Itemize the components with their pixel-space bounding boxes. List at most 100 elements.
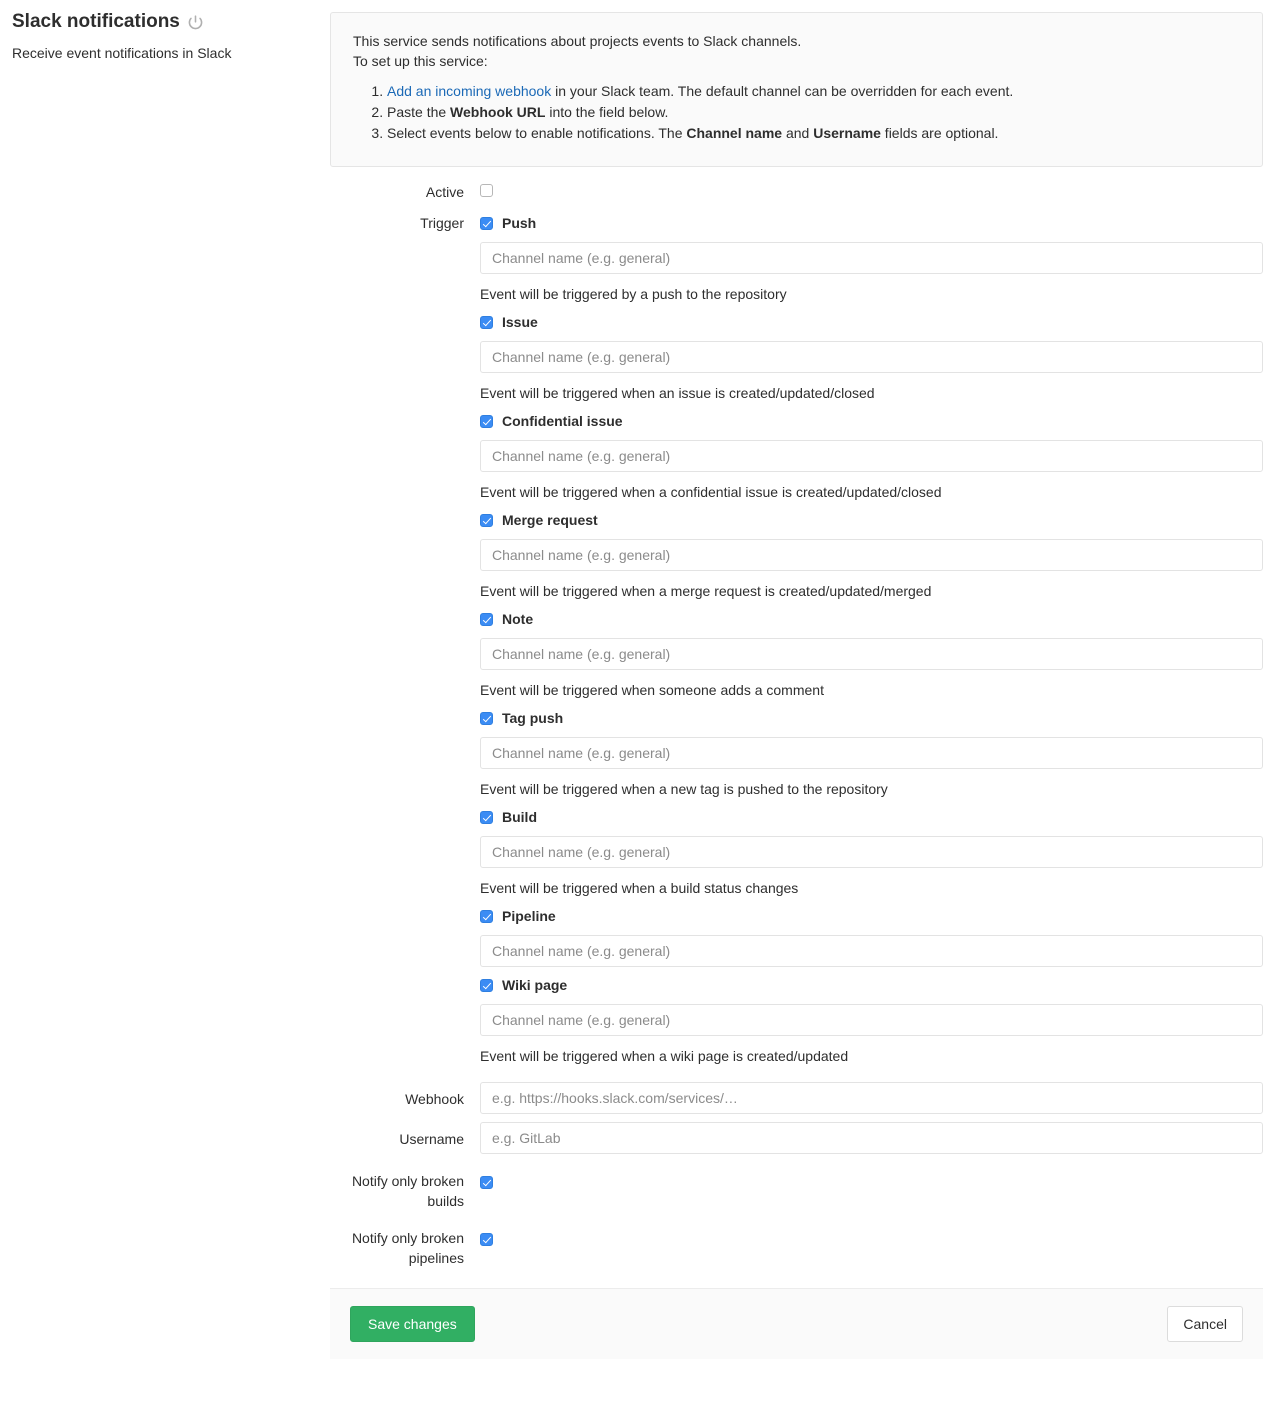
trigger-item-header: Wiki page <box>480 975 1263 995</box>
notify-broken-builds-row: Notify only broken builds <box>330 1154 1263 1211</box>
service-form-column: This service sends notifications about p… <box>330 12 1263 1359</box>
trigger-item-header: Tag push <box>480 708 1263 728</box>
trigger-item: Confidential issue Event will be triggere… <box>480 411 1263 502</box>
webhook-url-emphasis: Webhook URL <box>450 104 546 120</box>
trigger-channel-wrap <box>480 638 1263 670</box>
active-row: Active <box>330 177 1263 211</box>
notify-broken-pipelines-label: Notify only broken pipelines <box>351 1230 464 1266</box>
active-label: Active <box>425 184 464 200</box>
trigger-channel-input[interactable] <box>480 341 1263 373</box>
info-line-1: This service sends notifications about p… <box>353 33 802 49</box>
trigger-channel-wrap <box>480 539 1263 571</box>
trigger-name: Pipeline <box>502 908 556 924</box>
trigger-item-header: Issue <box>480 312 1263 332</box>
notify-broken-pipelines-field <box>480 1228 1263 1249</box>
setup-step-2-pre: Paste the <box>387 104 451 120</box>
trigger-name: Note <box>502 611 534 627</box>
trigger-checkbox[interactable] <box>480 612 493 626</box>
service-info-panel: This service sends notifications about p… <box>330 12 1263 167</box>
trigger-name: Issue <box>502 314 538 330</box>
trigger-name: Wiki page <box>502 977 568 993</box>
cancel-button[interactable]: Cancel <box>1167 1306 1243 1342</box>
save-changes-button[interactable]: Save changes <box>350 1306 475 1342</box>
setup-step-1: Add an incoming webhook in your Slack te… <box>387 81 1240 101</box>
trigger-channel-input[interactable] <box>480 440 1263 472</box>
trigger-row: Trigger Push Event will be triggered by a… <box>330 211 1263 1074</box>
service-title-block: Slack notifications Receive event notifi… <box>12 10 312 62</box>
trigger-item: Pipeline <box>480 906 1263 967</box>
webhook-row: Webhook <box>330 1074 1263 1114</box>
trigger-checkbox[interactable] <box>480 978 493 992</box>
trigger-checkbox[interactable] <box>480 414 493 428</box>
trigger-description: Event will be triggered when someone add… <box>480 682 824 698</box>
trigger-description: Event will be triggered when a new tag i… <box>480 781 888 797</box>
trigger-channel-input[interactable] <box>480 935 1263 967</box>
channel-name-emphasis: Channel name <box>686 125 783 141</box>
incoming-webhook-link[interactable]: Add an incoming webhook <box>387 83 551 99</box>
trigger-description: Event will be triggered when a merge req… <box>480 583 932 599</box>
trigger-checkbox[interactable] <box>480 711 493 725</box>
setup-step-2: Paste the Webhook URL into the field bel… <box>387 102 1240 122</box>
trigger-description: Event will be triggered when a wiki page… <box>480 1048 849 1064</box>
trigger-description: Event will be triggered when an issue is… <box>480 385 875 401</box>
trigger-item-header: Pipeline <box>480 906 1263 926</box>
trigger-item-header: Confidential issue <box>480 411 1263 431</box>
active-checkbox[interactable] <box>480 184 493 198</box>
info-line-2: To set up this service: <box>353 53 488 69</box>
username-input[interactable] <box>480 1122 1263 1154</box>
trigger-name: Confidential issue <box>502 413 623 429</box>
username-row: Username <box>330 1114 1263 1154</box>
page-title-text: Slack notifications <box>12 11 180 32</box>
webhook-field <box>480 1082 1263 1114</box>
trigger-name: Build <box>502 809 537 825</box>
setup-steps-list: Add an incoming webhook in your Slack te… <box>353 81 1240 143</box>
trigger-channel-wrap <box>480 440 1263 472</box>
webhook-label: Webhook <box>405 1091 464 1107</box>
trigger-item: Wiki page Event will be triggered when a … <box>480 975 1263 1066</box>
trigger-channel-input[interactable] <box>480 737 1263 769</box>
trigger-item: Merge request Event will be triggered whe… <box>480 510 1263 601</box>
trigger-channel-input[interactable] <box>480 242 1263 274</box>
trigger-checkbox[interactable] <box>480 216 493 230</box>
trigger-channel-input[interactable] <box>480 539 1263 571</box>
trigger-channel-input[interactable] <box>480 1004 1263 1036</box>
setup-step-3-mid: and <box>782 125 814 141</box>
trigger-channel-wrap <box>480 836 1263 868</box>
username-emphasis: Username <box>813 125 881 141</box>
trigger-checkbox[interactable] <box>480 513 493 527</box>
webhook-input[interactable] <box>480 1082 1263 1114</box>
trigger-item-header: Build <box>480 807 1263 827</box>
setup-step-2-post: into the field below. <box>545 104 669 120</box>
trigger-item-header: Merge request <box>480 510 1263 530</box>
trigger-channel-wrap <box>480 1004 1263 1036</box>
trigger-channel-input[interactable] <box>480 836 1263 868</box>
trigger-channel-input[interactable] <box>480 638 1263 670</box>
trigger-item: Note Event will be triggered when someone… <box>480 609 1263 700</box>
notify-broken-builds-checkbox[interactable] <box>480 1176 493 1190</box>
form-footer: Save changes Cancel <box>330 1288 1263 1359</box>
trigger-channel-wrap <box>480 341 1263 373</box>
active-field <box>480 182 1263 200</box>
trigger-description: Event will be triggered when a build sta… <box>480 880 799 896</box>
trigger-checkbox[interactable] <box>480 909 493 923</box>
trigger-description: Event will be triggered when a confident… <box>480 484 942 500</box>
trigger-channel-wrap <box>480 737 1263 769</box>
trigger-label: Trigger <box>420 215 464 231</box>
service-subtitle: Receive event notifications in Slack <box>12 45 232 61</box>
setup-step-1-text: in your Slack team. The default channel … <box>551 83 1014 99</box>
trigger-item: Push Event will be triggered by a push to… <box>480 213 1263 304</box>
trigger-list: Push Event will be triggered by a push to… <box>480 213 1263 1074</box>
username-label: Username <box>399 1131 464 1147</box>
notify-broken-pipelines-checkbox[interactable] <box>480 1233 493 1247</box>
setup-step-3-post: fields are optional. <box>880 125 999 141</box>
notify-broken-builds-field <box>480 1171 1263 1192</box>
username-field <box>480 1122 1263 1154</box>
trigger-checkbox[interactable] <box>480 810 493 824</box>
trigger-checkbox[interactable] <box>480 315 493 329</box>
setup-step-3-pre: Select events below to enable notificati… <box>387 125 687 141</box>
trigger-item: Build Event will be triggered when a buil… <box>480 807 1263 898</box>
trigger-item-header: Note <box>480 609 1263 629</box>
trigger-item-header: Push <box>480 213 1263 233</box>
notify-broken-pipelines-row: Notify only broken pipelines <box>330 1211 1263 1268</box>
trigger-channel-wrap <box>480 242 1263 274</box>
